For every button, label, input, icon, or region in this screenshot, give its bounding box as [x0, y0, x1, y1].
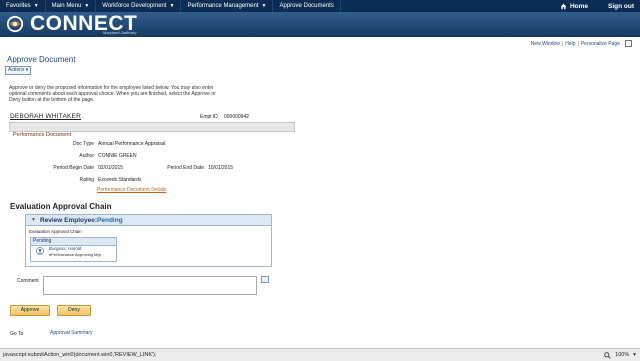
status-text: javascript:submitAction_win0(document.wi…: [3, 352, 157, 358]
rating-label: Rating: [79, 177, 94, 183]
actions-menu[interactable]: Actions ▾: [5, 66, 32, 75]
instructions-text: Approve or deny the proposed information…: [9, 85, 216, 103]
period-begin-value: 02/01/2015: [98, 165, 124, 171]
connect-logo-icon: [6, 15, 24, 33]
comment-field[interactable]: [43, 276, 257, 295]
signout-link[interactable]: Sign out: [596, 3, 640, 10]
approval-chain-panel: ▼ Review Employee: Pending Evaluation App…: [25, 214, 272, 267]
period-end-label: Period End Date: [167, 165, 204, 171]
deny-button[interactable]: Deny: [57, 305, 91, 316]
personalize-page-link[interactable]: Personalize Page: [581, 41, 620, 47]
home-icon: [560, 3, 567, 9]
empl-id-value: 000000942: [224, 114, 250, 120]
author-value: CONNIE GREEN: [98, 153, 137, 159]
pending-label: Pending: [31, 238, 116, 246]
nav-main-menu[interactable]: Main Menu ▼: [46, 0, 97, 12]
chevron-down-icon: ▼: [84, 3, 90, 9]
comment-label: Comment: [17, 278, 39, 284]
period-end-value: 10/01/2015: [208, 165, 234, 171]
evaluation-approval-chain-title: Evaluation Approval Chain: [10, 202, 112, 211]
approval-summary-link[interactable]: Approval Summary: [50, 330, 93, 336]
home-link[interactable]: Home: [552, 3, 596, 10]
performance-document-details-link[interactable]: Performance Document Details: [97, 187, 166, 193]
doc-type-value: Annual Performance Appraisal: [98, 141, 166, 147]
top-nav: Favorites ▼ Main Menu ▼ Workforce Developm…: [0, 0, 640, 12]
chevron-down-icon: ▾: [24, 67, 29, 73]
go-to-label: Go To: [10, 331, 24, 337]
browser-status-bar: javascript:submitAction_win0(document.wi…: [0, 348, 640, 361]
chain-subtitle: Evaluation Approval Chain: [29, 229, 82, 234]
period-begin-label: Period Begin Date: [53, 165, 94, 171]
approve-button[interactable]: Approve: [10, 305, 50, 316]
author-label: Author: [79, 153, 94, 159]
approver-name[interactable]: Burgess, Harold: [49, 246, 81, 251]
page-links: New Window | Help | Personalize Page: [531, 40, 632, 47]
maximize-icon[interactable]: [625, 40, 632, 47]
page-title: Approve Document: [7, 55, 76, 64]
chevron-down-icon[interactable]: ▾: [633, 352, 636, 358]
doc-type-label: Doc Type: [72, 141, 94, 147]
spellcheck-icon[interactable]: [261, 276, 269, 283]
zoom-icon[interactable]: [604, 351, 611, 359]
chevron-down-icon: ▼: [169, 3, 175, 9]
new-window-link[interactable]: New Window: [531, 41, 560, 47]
employee-name: DEBORAH WHITAKER: [10, 113, 81, 120]
nav-approve-documents[interactable]: Approve Documents: [273, 0, 341, 12]
performance-document-header: Performance Document: [9, 122, 295, 138]
help-link[interactable]: Help: [565, 41, 575, 47]
pending-approver-box: Pending Burgess, Harold ePerformance App…: [30, 237, 117, 262]
rating-value: Exceeds Standards: [98, 177, 142, 183]
nav-performance-management[interactable]: Performance Management ▼: [181, 0, 274, 12]
chevron-down-icon: ▼: [261, 3, 267, 9]
empl-id-label: Empl ID: [200, 114, 218, 120]
collapse-triangle-icon[interactable]: ▼: [31, 217, 36, 223]
zoom-level[interactable]: 100%: [615, 352, 629, 358]
nav-favorites[interactable]: Favorites ▼: [0, 0, 46, 12]
approver-person-icon: [36, 247, 44, 255]
nav-workforce-development[interactable]: Workforce Development ▼: [96, 0, 182, 12]
review-employee-header[interactable]: ▼ Review Employee: Pending: [26, 215, 271, 226]
approver-role: ePerformance Approving Mgr: [49, 252, 102, 257]
logo-subtitle: Maryland Judiciary: [103, 30, 137, 35]
chevron-down-icon: ▼: [33, 3, 39, 9]
